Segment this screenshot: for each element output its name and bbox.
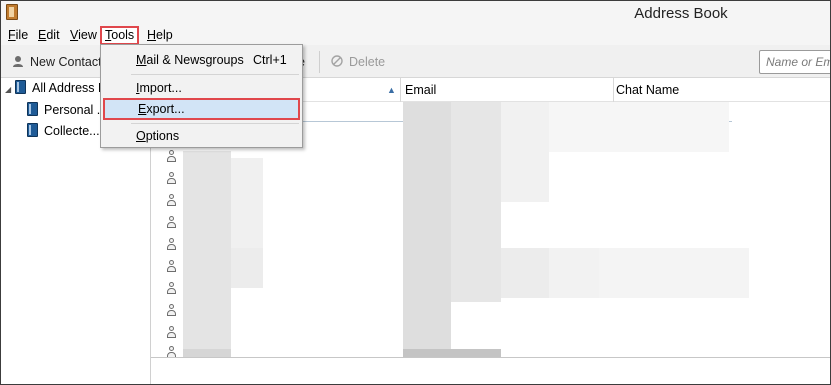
contact-icon [167, 150, 176, 162]
new-contact-label: New Contact [30, 55, 102, 69]
menu-file[interactable]: File [6, 27, 30, 45]
window-title: Address Book [634, 5, 728, 22]
new-contact-button[interactable]: New Contact [12, 53, 102, 71]
blurred-chat-cell [599, 248, 749, 298]
blurred-email-cell [403, 349, 501, 357]
menu-tools[interactable]: Tools [100, 26, 140, 45]
menu-item-options[interactable]: Options [103, 125, 300, 147]
address-book-icon [15, 80, 26, 94]
tools-menu-dropdown: Mail & Newsgroups Ctrl+1 Import... Expor… [100, 44, 303, 148]
contact-icon [167, 304, 176, 316]
column-header-email[interactable]: Email [401, 78, 614, 102]
add-person-icon [13, 56, 23, 67]
address-book-icon [27, 123, 38, 137]
menu-item-mail-newsgroups[interactable]: Mail & Newsgroups Ctrl+1 [103, 49, 300, 71]
blurred-email-cell [501, 248, 549, 298]
tree-item-label: Personal .. [44, 103, 104, 117]
delete-icon [331, 55, 343, 67]
contact-icon [167, 326, 176, 338]
sort-ascending-icon: ▲ [387, 85, 396, 95]
toolbar-separator [319, 51, 320, 73]
menu-edit[interactable]: Edit [36, 27, 62, 45]
address-book-icon [27, 102, 38, 116]
blurred-email-cell [403, 102, 451, 357]
collapse-triangle-icon[interactable]: ◢ [5, 80, 13, 100]
title-bar: Address Book [1, 1, 830, 25]
menu-item-export[interactable]: Export... [103, 98, 300, 120]
menu-bar: File Edit View Tools Help [1, 25, 830, 45]
column-header-chat-name[interactable]: Chat Name [614, 78, 830, 102]
tree-item-label: All Address B [32, 81, 107, 95]
tree-item-all-address-books[interactable]: ◢ All Address B [5, 78, 106, 98]
blurred-name-cell [183, 151, 231, 358]
blurred-email-cell [549, 248, 599, 298]
menu-separator [131, 123, 299, 124]
contact-icon [167, 238, 176, 250]
menu-item-import[interactable]: Import... [103, 77, 300, 99]
contact-icon [167, 260, 176, 272]
contact-icon [167, 194, 176, 206]
contact-icon [167, 216, 176, 228]
blurred-email-cell [451, 102, 501, 302]
delete-button[interactable]: Delete [331, 53, 385, 71]
tree-item-label: Collecte...d [44, 124, 107, 138]
contact-icon [167, 172, 176, 184]
tree-item-collected[interactable]: Collecte...d [27, 121, 107, 141]
list-bottom-border [151, 357, 830, 358]
shortcut-label: Ctrl+1 [253, 53, 287, 67]
blurred-name-cell [183, 349, 231, 357]
blurred-chat-cell [549, 102, 729, 152]
address-book-window: Address Book File Edit View Tools Help N… [0, 0, 831, 385]
tree-item-personal[interactable]: Personal .. [27, 100, 104, 120]
contact-icon [167, 282, 176, 294]
search-input[interactable]: Name or Em [759, 50, 830, 74]
blurred-email-cell [501, 102, 549, 202]
menu-separator [131, 74, 299, 75]
address-book-app-icon [6, 4, 18, 20]
delete-label: Delete [349, 55, 386, 69]
blurred-name-cell [231, 248, 263, 288]
menu-help[interactable]: Help [145, 27, 175, 45]
menu-view[interactable]: View [68, 27, 99, 45]
